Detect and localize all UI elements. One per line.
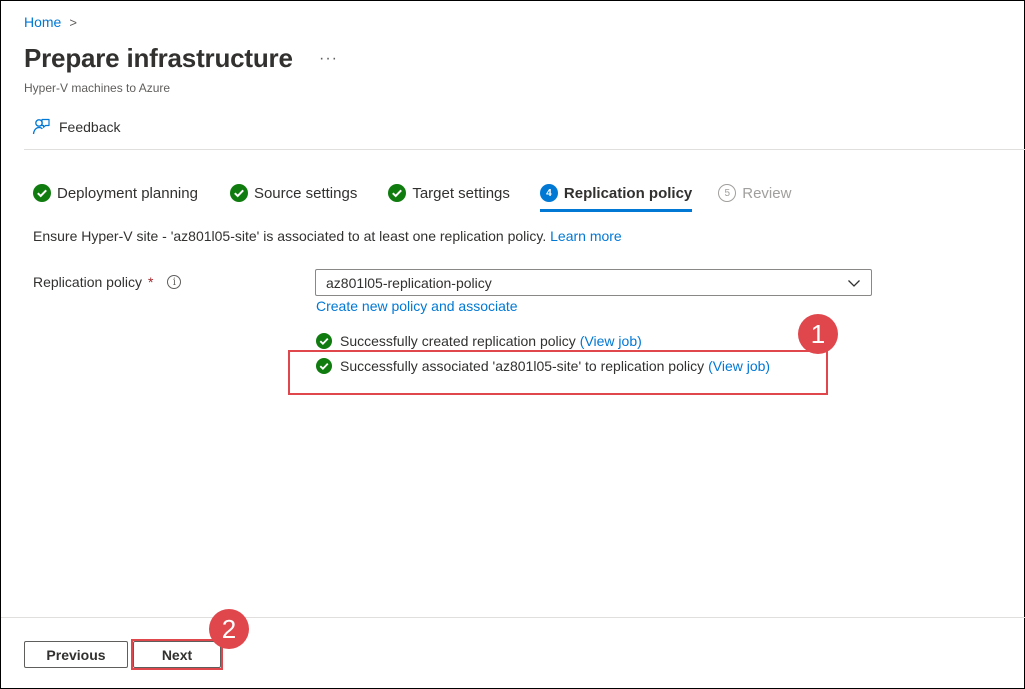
- step-number-badge: 4: [539, 184, 558, 202]
- chevron-right-icon: >: [69, 14, 77, 30]
- learn-more-link[interactable]: Learn more: [550, 228, 622, 244]
- replication-policy-label: Replication policy * i: [33, 274, 182, 290]
- annotation-callout-1: 1: [798, 314, 838, 354]
- more-options-button[interactable]: ···: [319, 50, 338, 68]
- footer-divider: [1, 617, 1025, 618]
- step-label: Review: [742, 184, 792, 202]
- page-title: Prepare infrastructure: [24, 43, 293, 73]
- wizard-steps: Deployment planning Source settings Targ…: [33, 181, 791, 212]
- step-label: Replication policy: [563, 184, 693, 202]
- replication-policy-dropdown[interactable]: az801l05-replication-policy: [315, 269, 872, 296]
- breadcrumb-home[interactable]: Home: [24, 14, 61, 30]
- previous-button[interactable]: Previous: [24, 641, 128, 668]
- info-icon[interactable]: i: [167, 275, 182, 289]
- app-window: Home > Prepare infrastructure ··· Hyper-…: [0, 0, 1025, 689]
- breadcrumb: Home >: [24, 14, 77, 30]
- step-target-settings[interactable]: Target settings: [388, 181, 510, 205]
- field-label-text: Replication policy: [33, 274, 142, 290]
- annotation-highlight-box: [288, 350, 828, 395]
- step-label: Target settings: [412, 184, 510, 202]
- success-message-created: Successfully created replication policy …: [316, 333, 642, 349]
- info-text: Ensure Hyper-V site - 'az801l05-site' is…: [33, 228, 622, 244]
- feedback-label: Feedback: [59, 119, 121, 135]
- check-circle-icon: [229, 184, 248, 202]
- message-text: Successfully created replication policy: [340, 333, 576, 349]
- view-job-link[interactable]: (View job): [580, 333, 642, 349]
- feedback-icon: [32, 118, 50, 135]
- divider: [24, 149, 1025, 150]
- info-message: Ensure Hyper-V site - 'az801l05-site' is…: [33, 228, 547, 244]
- check-circle-icon: [33, 184, 51, 202]
- check-circle-icon: [316, 333, 332, 349]
- step-deployment-planning[interactable]: Deployment planning: [33, 181, 198, 205]
- required-marker: *: [147, 274, 154, 290]
- step-review[interactable]: 5 Review: [718, 181, 791, 205]
- page-subtitle: Hyper-V machines to Azure: [24, 81, 171, 95]
- step-label: Deployment planning: [57, 184, 198, 202]
- annotation-callout-2: 2: [209, 609, 249, 649]
- check-circle-icon: [388, 184, 407, 202]
- step-source-settings[interactable]: Source settings: [229, 181, 358, 205]
- step-number-badge: 5: [718, 184, 737, 202]
- create-policy-link[interactable]: Create new policy and associate: [316, 298, 518, 314]
- step-label: Source settings: [253, 184, 358, 202]
- feedback-button[interactable]: Feedback: [31, 117, 120, 137]
- step-replication-policy[interactable]: 4 Replication policy: [539, 181, 693, 212]
- chevron-down-icon: [848, 280, 860, 287]
- annotation-highlight-box: [131, 639, 223, 670]
- dropdown-value: az801l05-replication-policy: [326, 274, 492, 291]
